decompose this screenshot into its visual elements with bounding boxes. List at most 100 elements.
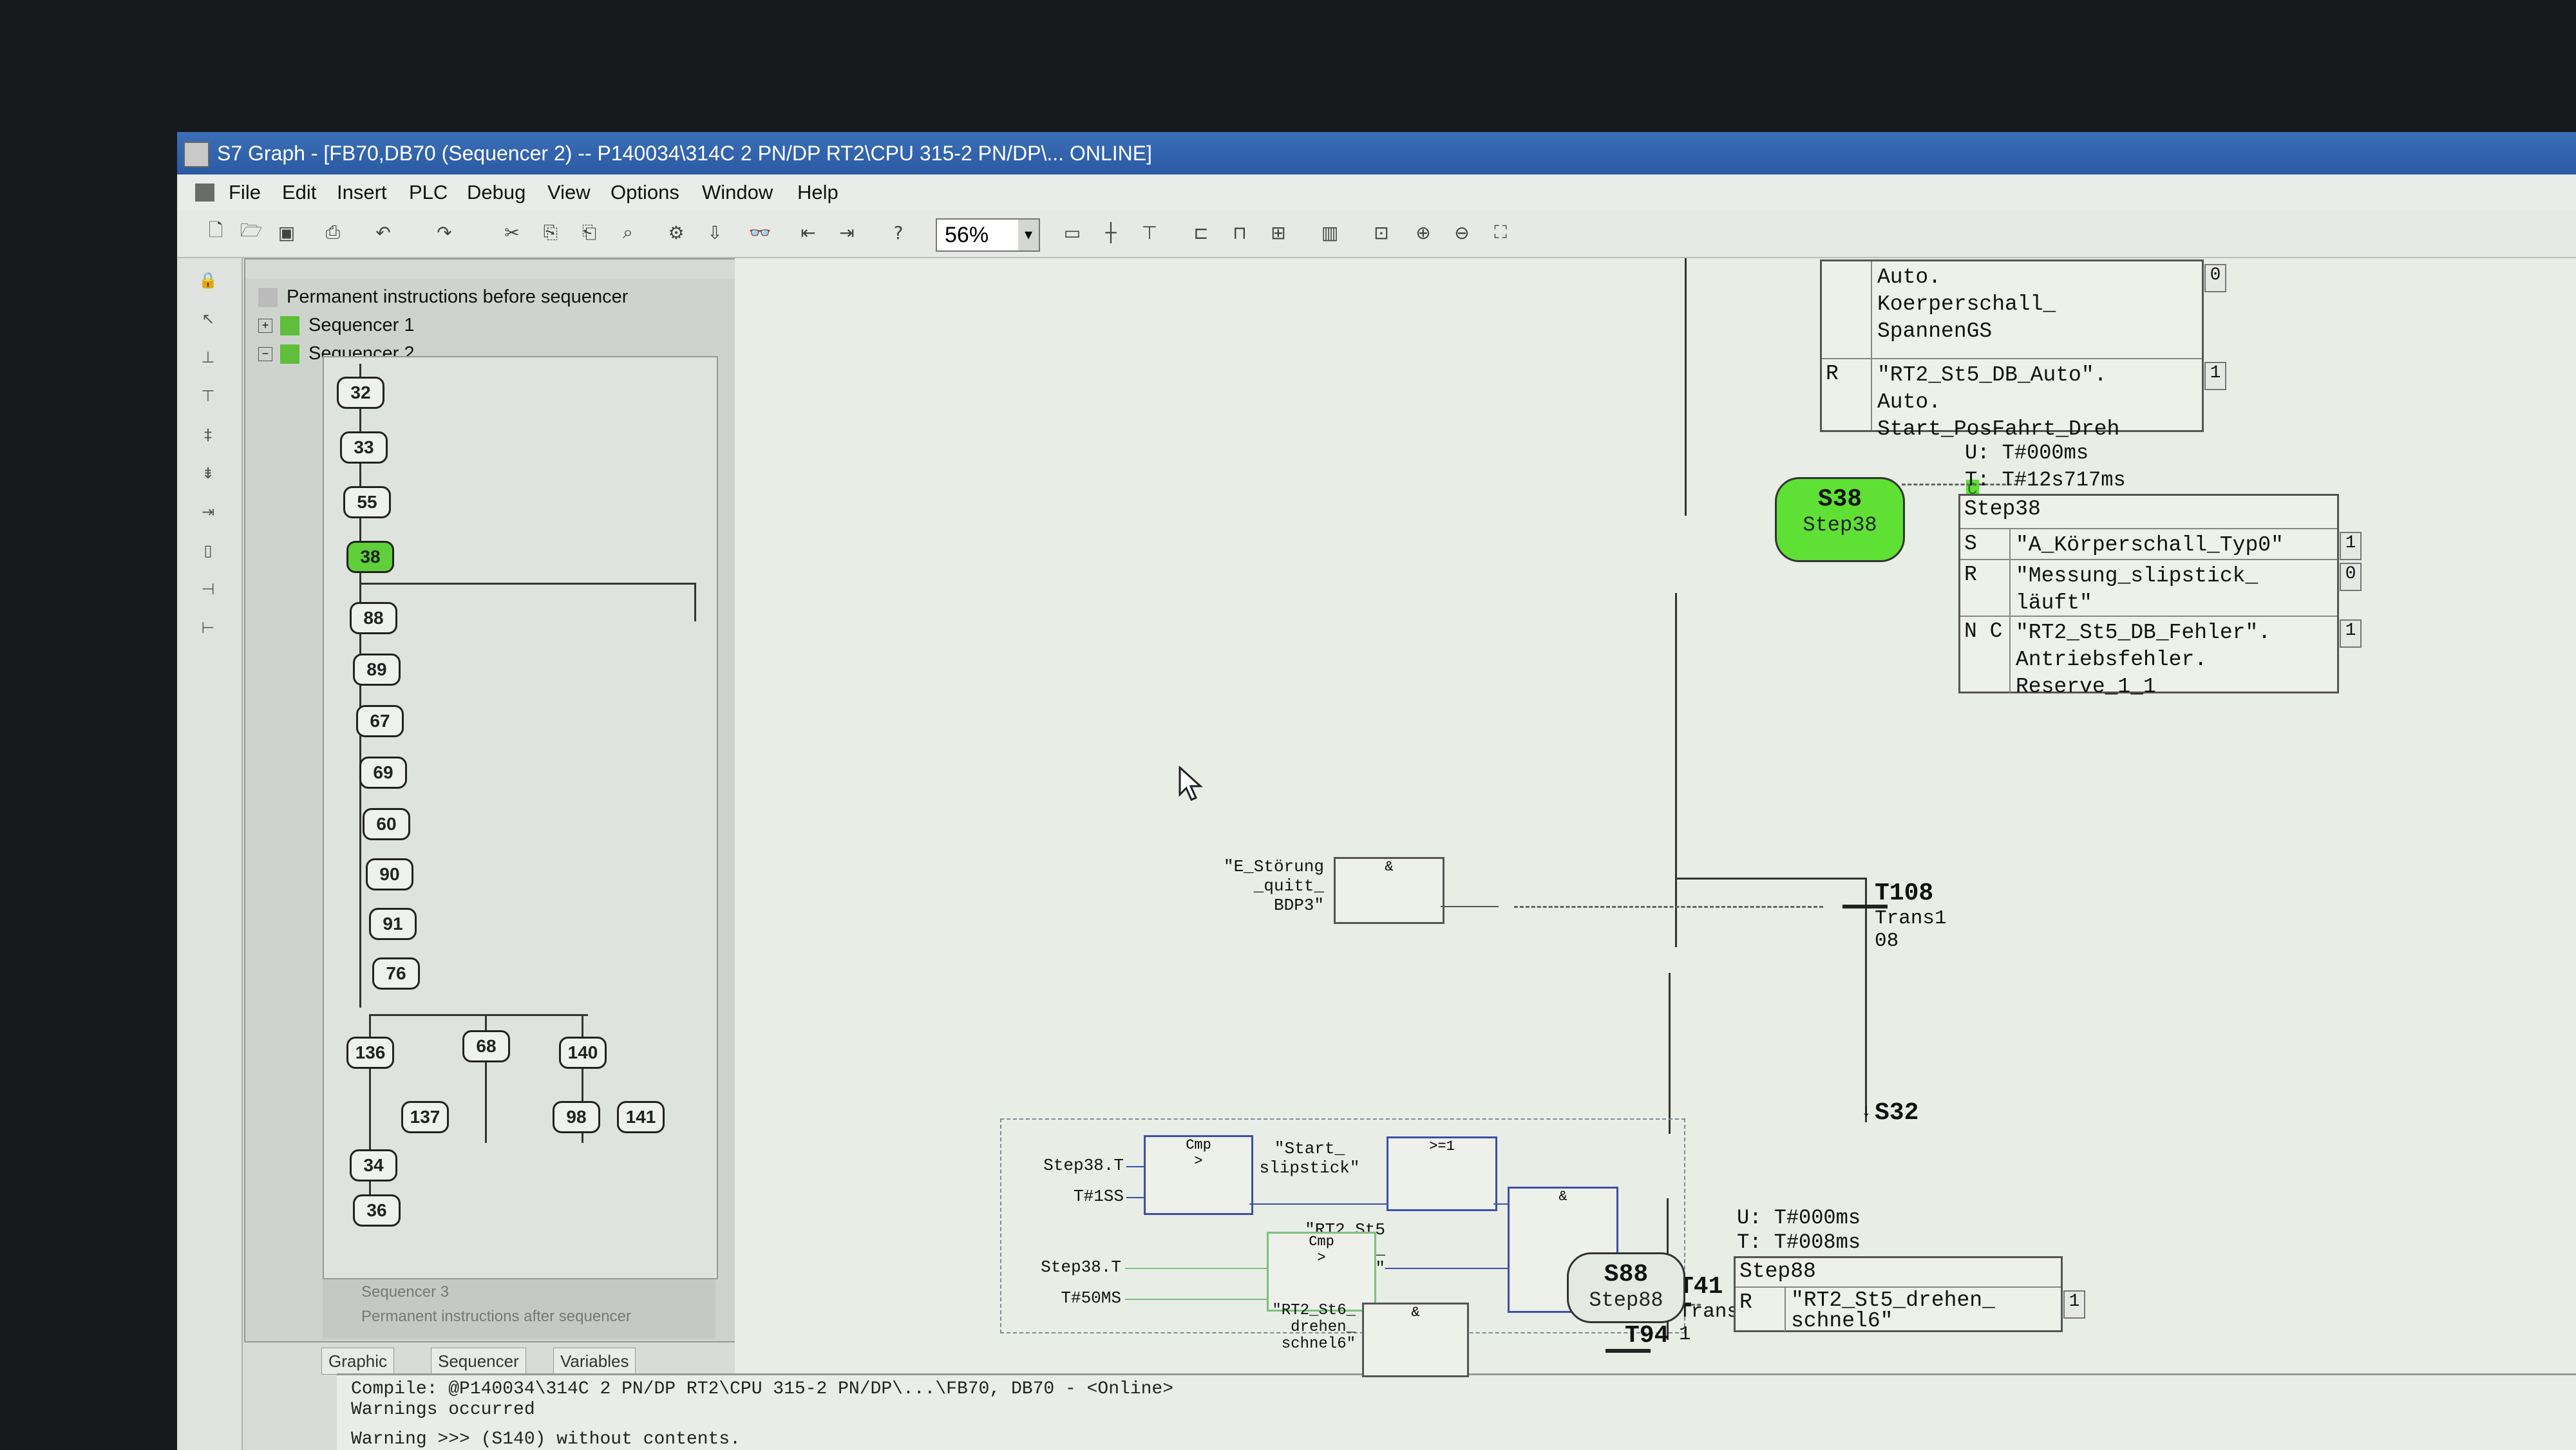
new-icon[interactable]: 🗋 (203, 220, 229, 245)
action-table-s38: Step38 S "A_Körperschall_Typ0" 1 R "Mess… (1958, 494, 2362, 699)
step-icon[interactable]: ▭ (1059, 220, 1085, 245)
menu-insert[interactable]: Insert (337, 174, 387, 211)
undo-icon[interactable]: ↶ (370, 220, 396, 245)
step-s38[interactable]: S38 Step38 (1775, 477, 1905, 562)
tab-graphic[interactable]: Graphic (321, 1348, 395, 1375)
mini-step-90[interactable]: 90 (366, 858, 413, 890)
tab-variables[interactable]: Variables (553, 1348, 636, 1375)
mini-step-38[interactable]: 38 (346, 541, 394, 573)
open-icon[interactable]: 🗁 (238, 220, 264, 245)
mini-step-67[interactable]: 67 (356, 705, 404, 737)
compile-icon[interactable]: ⚙ (663, 220, 689, 245)
menu-edit[interactable]: Edit (282, 174, 316, 211)
contact-tool-icon[interactable]: ⊣ (196, 580, 220, 603)
find-icon[interactable]: ⌕ (615, 220, 641, 245)
paste-icon[interactable]: ⎗ (576, 220, 602, 245)
jump-target-s32[interactable]: S32 (1875, 1099, 1918, 1127)
mini-step-36[interactable]: 36 (353, 1194, 401, 1227)
action-text: "RT2_St5_DB_Auto". Auto. Start_PosFahrt_… (1877, 363, 2120, 441)
menu-help[interactable]: Help (797, 174, 838, 211)
tree-permanent-after[interactable]: Permanent instructions after sequencer (361, 1308, 631, 1326)
save-icon[interactable]: ▣ (274, 220, 299, 245)
cut-icon[interactable]: ✂ (499, 220, 525, 245)
step-s88[interactable]: S88 Step88 (1567, 1252, 1685, 1323)
action-row: R "RT2_St5_drehen_ schnel6" 1 (1736, 1286, 2085, 1332)
chevron-down-icon[interactable]: ▾ (1018, 220, 1039, 250)
jump-icon[interactable]: ⊏ (1188, 220, 1214, 245)
menu-file[interactable]: File (229, 174, 261, 211)
transition-t108[interactable]: T108 Trans1 08 (1875, 880, 1947, 952)
sim-branch-icon[interactable]: ⊞ (1265, 220, 1291, 245)
view-icon[interactable]: ▥ (1317, 220, 1343, 245)
action-text: Auto. Koerperschall_ SpannenGS (1877, 265, 2056, 343)
redo-icon[interactable]: ↷ (431, 220, 457, 245)
branch-icon[interactable]: ⊤ (1137, 220, 1162, 245)
branch-tool-icon[interactable]: ‡ (196, 426, 220, 449)
menu-view[interactable]: View (547, 174, 591, 211)
expand-icon[interactable]: + (258, 319, 272, 334)
pin (1126, 1197, 1144, 1198)
transition-icon[interactable]: ┼ (1098, 220, 1124, 245)
output-window: Compile: @P140034\314C 2 PN/DP RT2\CPU 3… (337, 1373, 2576, 1450)
gate-operator: > (1317, 1250, 1326, 1266)
mini-step-55[interactable]: 55 (343, 486, 391, 518)
mini-step-98[interactable]: 98 (553, 1101, 600, 1133)
menu-debug[interactable]: Debug (467, 174, 526, 211)
download-icon[interactable]: ⇩ (702, 220, 728, 245)
mini-step-32[interactable]: 32 (337, 377, 384, 409)
zoom-in-icon[interactable]: ⊕ (1410, 220, 1436, 245)
mini-step-69[interactable]: 69 (359, 757, 407, 789)
trans-tool-icon[interactable]: ⊤ (196, 387, 220, 410)
action-row: R "RT2_St5_DB_Auto". Auto. Start_PosFahr… (1822, 358, 2226, 441)
previous-icon[interactable]: ⇤ (795, 220, 821, 245)
tree-permanent-before[interactable]: Permanent instructions before sequencer (258, 283, 628, 311)
action-state: 1 (2340, 619, 2362, 648)
document-menu-icon[interactable] (195, 184, 214, 202)
mini-step-89[interactable]: 89 (353, 654, 401, 686)
signal-e-stoerung: "E_Störung _quitt_ BDP3" (1223, 857, 1324, 915)
mini-step-68[interactable]: 68 (462, 1030, 510, 1062)
step-name: Step38 (1803, 513, 1877, 537)
sequencer-canvas[interactable]: Auto. Koerperschall_ SpannenGS 0 R "RT2_… (735, 258, 2576, 1346)
menu-plc[interactable]: PLC (409, 174, 448, 211)
pointer-icon[interactable]: ↖ (196, 310, 220, 333)
collapse-icon[interactable]: − (258, 347, 272, 362)
mini-step-140[interactable]: 140 (559, 1037, 607, 1069)
step-tool-icon[interactable]: ⊥ (196, 348, 220, 372)
menu-options[interactable]: Options (611, 174, 679, 211)
menu-window[interactable]: Window (702, 174, 773, 211)
mini-step-60[interactable]: 60 (363, 808, 410, 840)
mini-step-136[interactable]: 136 (346, 1037, 394, 1069)
tab-sequencer[interactable]: Sequencer (431, 1348, 526, 1375)
monitor-icon[interactable]: 👓 (747, 220, 773, 245)
mini-step-141[interactable]: 141 (617, 1101, 665, 1133)
zoom-frame-icon[interactable]: ⛶ (1488, 220, 1513, 245)
tree-sequencer-1[interactable]: + Sequencer 1 (258, 311, 414, 339)
mini-step-34[interactable]: 34 (350, 1149, 397, 1182)
jump-tool-icon[interactable]: ⇟ (196, 464, 220, 487)
help-icon[interactable]: ? (886, 220, 911, 245)
zoom-out-icon[interactable]: ⊖ (1449, 220, 1475, 245)
tree-sequencer-3[interactable]: Sequencer 3 (361, 1283, 449, 1301)
copy-icon[interactable]: ⎘ (538, 220, 564, 245)
mini-step-76[interactable]: 76 (372, 957, 420, 990)
delete-tool-icon[interactable]: ▯ (196, 541, 220, 565)
mini-step-137[interactable]: 137 (401, 1101, 449, 1133)
alt-branch-icon[interactable]: ⊓ (1227, 220, 1253, 245)
mini-step-88[interactable]: 88 (350, 602, 397, 634)
title-bar: S7 Graph - [FB70,DB70 (Sequencer 2) -- P… (177, 132, 2576, 174)
next-icon[interactable]: ⇥ (834, 220, 860, 245)
coil-tool-icon[interactable]: ⊢ (196, 619, 220, 642)
menu-bar: File Edit Insert PLC Debug View Options … (177, 174, 2576, 211)
zoom-select[interactable]: 56% ▾ (936, 218, 1040, 252)
zoom-value: 56% (945, 223, 989, 247)
fit-icon[interactable]: ⊡ (1368, 220, 1394, 245)
mini-step-33[interactable]: 33 (340, 431, 388, 464)
pin (1385, 1268, 1508, 1269)
transition-name: T94 (1625, 1322, 1669, 1350)
lock-icon[interactable]: 🔒 (196, 271, 220, 294)
end-tool-icon[interactable]: ⇥ (196, 503, 220, 526)
transition-t94[interactable]: T94 (1625, 1322, 1669, 1350)
mini-step-91[interactable]: 91 (369, 908, 417, 940)
print-icon[interactable]: ⎙ (320, 220, 346, 245)
